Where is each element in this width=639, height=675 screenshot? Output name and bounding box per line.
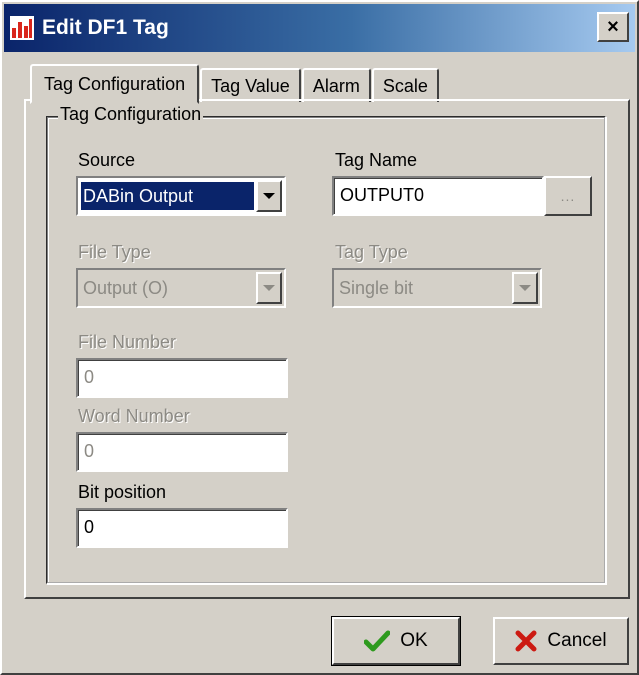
cancel-label: Cancel	[547, 630, 607, 651]
source-dropdown[interactable]: DABin Output	[76, 176, 286, 216]
file-type-dropdown-arrow[interactable]	[256, 272, 282, 304]
tag-name-browse-button[interactable]: ...	[544, 176, 592, 216]
cancel-button[interactable]: Cancel	[493, 617, 629, 665]
chevron-down-icon	[519, 285, 531, 291]
file-type-value: Output (O)	[83, 278, 169, 298]
word-number-label: Word Number	[78, 406, 190, 426]
close-button[interactable]: ×	[597, 12, 629, 42]
tab-tag-configuration[interactable]: Tag Configuration	[30, 64, 200, 104]
chevron-down-icon	[263, 285, 275, 291]
file-number-label: File Number	[78, 332, 177, 352]
file-type-dropdown[interactable]: Output (O)	[76, 268, 286, 308]
ok-button[interactable]: OK	[331, 616, 461, 666]
tag-type-value: Single bit	[339, 278, 414, 298]
tag-type-label: Tag Type	[335, 242, 408, 262]
title-bar[interactable]: Edit DF1 Tag ×	[4, 4, 635, 52]
tab-tag-value[interactable]: Tag Value	[200, 68, 301, 102]
tab-label: Tag Value	[211, 75, 290, 96]
tag-type-dropdown-arrow[interactable]	[512, 272, 538, 304]
bit-position-field[interactable]: 0	[76, 508, 288, 548]
tab-alarm[interactable]: Alarm	[301, 68, 371, 102]
source-value: DABin Output	[81, 182, 254, 210]
window-title: Edit DF1 Tag	[42, 16, 169, 39]
bar-chart-icon	[10, 16, 34, 40]
file-number-field[interactable]: 0	[76, 358, 288, 398]
tab-strip: Tag Configuration Tag Value Alarm Scale	[30, 62, 440, 104]
tab-scale[interactable]: Scale	[371, 68, 439, 102]
tag-name-label: Tag Name	[335, 150, 418, 170]
check-icon	[364, 630, 391, 652]
tag-name-field[interactable]: OUTPUT0	[332, 176, 544, 216]
x-icon	[515, 630, 537, 652]
tag-type-dropdown[interactable]: Single bit	[332, 268, 542, 308]
close-icon: ×	[607, 16, 619, 38]
chevron-down-icon	[263, 193, 275, 199]
file-type-label: File Type	[78, 242, 151, 262]
tab-label: Scale	[382, 75, 428, 96]
source-label: Source	[78, 150, 136, 170]
tab-label: Tag Configuration	[44, 73, 186, 94]
word-number-field[interactable]: 0	[76, 432, 288, 472]
tab-label: Alarm	[312, 75, 360, 96]
ok-label: OK	[400, 630, 428, 651]
groupbox-title: Tag Configuration	[58, 104, 204, 125]
source-dropdown-arrow[interactable]	[256, 180, 282, 212]
bit-position-label: Bit position	[78, 482, 167, 502]
